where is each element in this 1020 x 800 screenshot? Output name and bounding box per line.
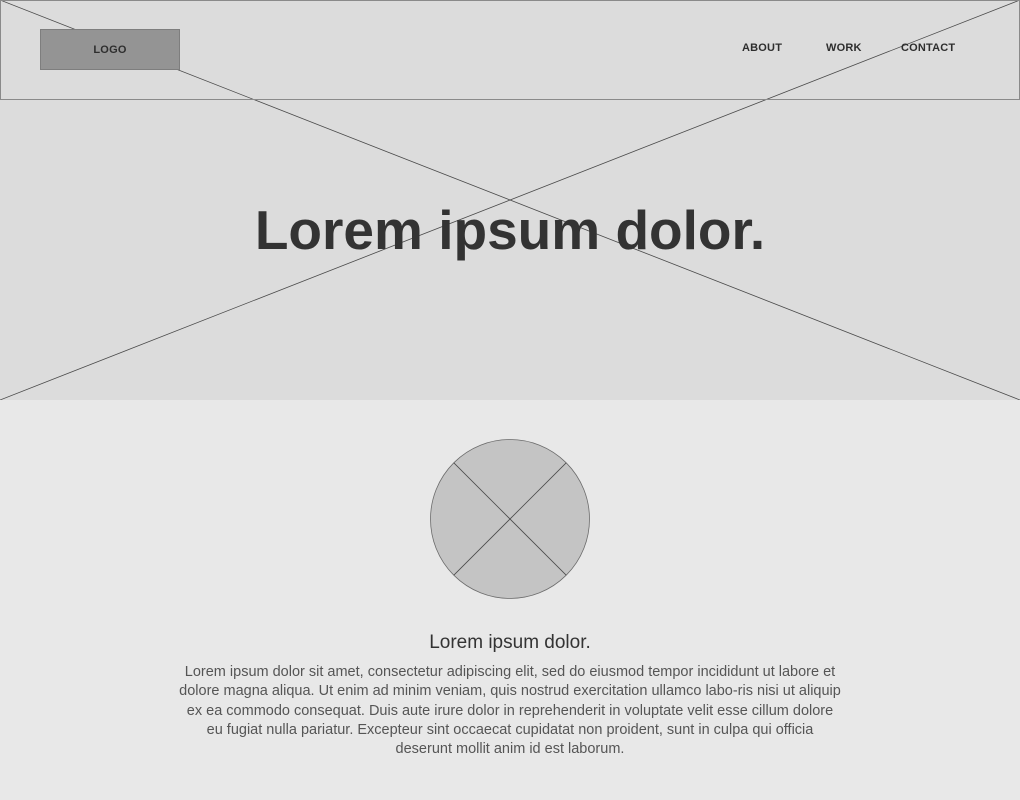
- nav-about-link[interactable]: ABOUT: [742, 42, 782, 54]
- nav-work-link[interactable]: WORK: [826, 42, 862, 54]
- hero-title: Lorem ipsum dolor.: [254, 199, 766, 261]
- feature-image-placeholder-icon: [430, 439, 590, 599]
- feature-title: Lorem ipsum dolor.: [429, 632, 591, 653]
- feature-body-text: Lorem ipsum dolor sit amet, consectetur …: [179, 664, 841, 758]
- site-header: LOGO ABOUT WORK CONTACT: [0, 0, 1020, 100]
- logo-label: LOGO: [93, 43, 127, 56]
- nav-contact-link[interactable]: CONTACT: [901, 42, 955, 54]
- hero-section: LOGO ABOUT WORK CONTACT Lorem ipsum dolo…: [0, 0, 1020, 400]
- logo[interactable]: LOGO: [40, 29, 180, 70]
